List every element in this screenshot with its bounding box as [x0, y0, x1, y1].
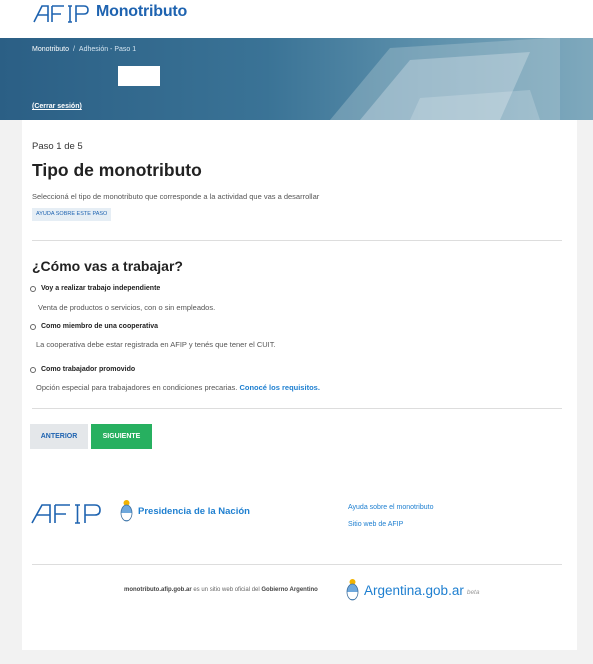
- afip-logo[interactable]: [32, 4, 90, 24]
- divider: [32, 564, 562, 565]
- official-text: es un sitio web oficial del: [193, 587, 260, 593]
- argentina-coat-of-arms-icon: [346, 579, 359, 601]
- presidencia-logo[interactable]: Presidencia de la Nación: [120, 499, 250, 523]
- help-monotributo-link[interactable]: Ayuda sobre el monotributo: [348, 504, 433, 511]
- radio-button[interactable]: [30, 323, 36, 330]
- beta-badge: beta: [466, 588, 480, 596]
- afip-footer-logo[interactable]: [30, 503, 102, 525]
- afip-website-link[interactable]: Sitio web de AFIP: [348, 521, 403, 528]
- requirements-link[interactable]: Conocé los requisitos.: [239, 383, 319, 392]
- official-site-notice: monotributo.afip.gob.ar es un sitio web …: [124, 587, 318, 593]
- option-description-text: Opción especial para trabajadores en con…: [36, 383, 238, 392]
- step-indicator: Paso 1 de 5: [32, 141, 83, 152]
- question-heading: ¿Cómo vas a trabajar?: [32, 258, 183, 274]
- breadcrumb-item-current: Adhesión - Paso 1: [78, 46, 137, 53]
- user-name-redacted: [118, 66, 160, 86]
- breadcrumb-item-monotributo[interactable]: Monotributo: [32, 46, 69, 53]
- argentina-coat-of-arms-icon: [120, 500, 133, 522]
- option-label[interactable]: Como trabajador promovido: [41, 366, 135, 373]
- option-cooperativa[interactable]: Como miembro de una cooperativa: [30, 323, 158, 330]
- radio-button[interactable]: [30, 366, 36, 373]
- app-title[interactable]: Monotributo: [96, 3, 187, 21]
- argentina-gob-text: Argentina.gob.ar: [364, 582, 464, 598]
- official-domain: monotributo.afip.gob.ar: [124, 587, 192, 593]
- top-header: Monotributo: [0, 0, 593, 38]
- option-label[interactable]: Voy a realizar trabajo independiente: [41, 285, 160, 292]
- divider: [32, 240, 562, 241]
- option-description: Opción especial para trabajadores en con…: [36, 383, 320, 392]
- breadcrumb-separator: /: [72, 46, 75, 53]
- help-step-button[interactable]: AYUDA SOBRE ESTE PASO: [32, 208, 112, 221]
- option-description: Venta de productos o servicios, con o si…: [38, 303, 216, 312]
- laptop-background-image: [330, 38, 560, 120]
- radio-button[interactable]: [30, 285, 36, 292]
- option-independiente[interactable]: Voy a realizar trabajo independiente: [30, 285, 160, 292]
- page-title: Tipo de monotributo: [32, 160, 202, 180]
- page-subtitle: Seleccioná el tipo de monotributo que co…: [32, 192, 320, 201]
- presidencia-text: Presidencia de la Nación: [138, 505, 250, 517]
- option-promovido[interactable]: Como trabajador promovido: [30, 366, 135, 373]
- breadcrumb: Monotributo / Adhesión - Paso 1: [32, 46, 136, 53]
- previous-button[interactable]: ANTERIOR: [30, 424, 88, 449]
- logout-link[interactable]: (Cerrar sesión): [32, 103, 82, 110]
- divider: [32, 408, 562, 409]
- main-card: Paso 1 de 5 Tipo de monotributo Seleccio…: [22, 120, 577, 650]
- argentina-gob-logo[interactable]: Argentina.gob.ar beta: [346, 578, 479, 602]
- option-label[interactable]: Como miembro de una cooperativa: [41, 323, 158, 330]
- hero-banner: Monotributo / Adhesión - Paso 1 (Cerrar se…: [0, 38, 593, 120]
- option-description: La cooperativa debe estar registrada en …: [36, 340, 276, 349]
- official-gov: Gobierno Argentino: [261, 587, 318, 593]
- next-button[interactable]: SIGUIENTE: [91, 424, 152, 449]
